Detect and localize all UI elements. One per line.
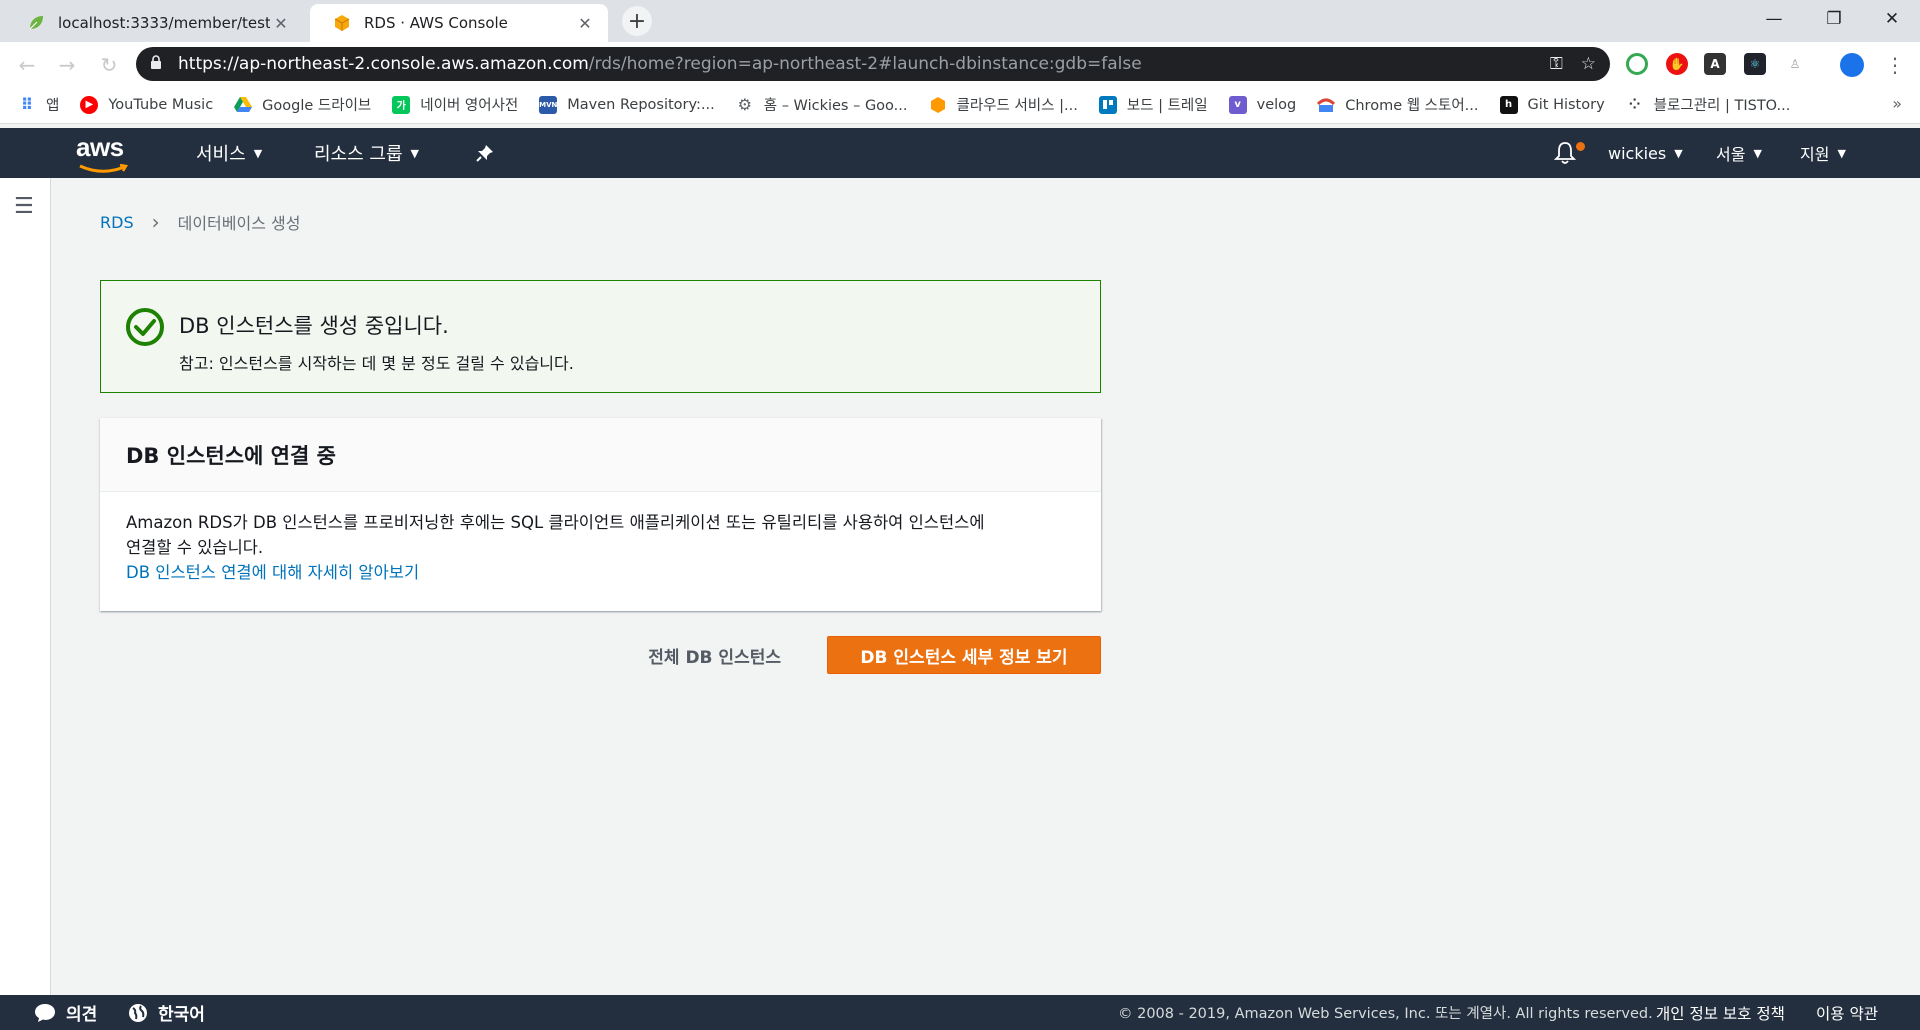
terms-of-use-link[interactable]: 이용 약관 <box>1816 995 1878 1030</box>
privacy-policy-link[interactable]: 개인 정보 보호 정책 <box>1656 995 1785 1030</box>
url-path: /rds/home?region=ap-northeast-2#launch-d… <box>588 54 1142 74</box>
youtube-music-icon: ▶ <box>80 95 99 114</box>
console-footer: 의견 한국어 © 2008 - 2019, Amazon Web Service… <box>0 995 1920 1030</box>
forward-arrow-icon[interactable]: → <box>54 52 80 78</box>
browser-tab-localhost[interactable]: localhost:3333/member/test2 ✕ <box>4 4 304 42</box>
connect-instance-panel: DB 인스턴스에 연결 중 Amazon RDS가 DB 인스턴스를 프로비저닝… <box>100 418 1101 611</box>
reload-icon[interactable]: ↻ <box>96 52 122 78</box>
aws-cube-icon <box>332 13 352 33</box>
bookmark-velog[interactable]: v velog <box>1228 95 1296 114</box>
bookmark-trello[interactable]: 보드 | 트레일 <box>1098 94 1208 115</box>
flash-note: 참고: 인스턴스를 시작하는 데 몇 분 정도 걸릴 수 있습니다. <box>179 354 574 373</box>
chevron-down-icon: ▼ <box>1837 146 1846 160</box>
trello-icon <box>1098 95 1117 114</box>
language-selector[interactable]: 한국어 <box>128 995 205 1030</box>
chrome-web-store-icon <box>1317 96 1336 114</box>
bookmark-tistory[interactable]: ⁘ 블로그관리 | TISTO... <box>1626 94 1791 115</box>
url-host: https://ap-northeast-2.console.aws.amazo… <box>178 54 589 74</box>
restore-window-icon[interactable]: ❐ <box>1804 0 1864 38</box>
tistory-icon: ⁘ <box>1628 96 1641 113</box>
bookmark-google-drive[interactable]: Google 드라이브 <box>234 94 371 115</box>
notification-badge <box>1576 142 1585 151</box>
breadcrumb-rds-link[interactable]: RDS <box>100 213 134 232</box>
region-menu[interactable]: 서울 ▼ <box>1716 128 1762 178</box>
chevron-down-icon: ▼ <box>253 146 263 160</box>
new-tab-button[interactable]: + <box>622 6 652 36</box>
star-icon[interactable]: ☆ <box>1581 54 1596 74</box>
panel-body-line: Amazon RDS가 DB 인스턴스를 프로비저닝한 후에는 SQL 클라이언… <box>126 513 985 532</box>
panel-body-line: 연결할 수 있습니다. <box>126 538 264 557</box>
pin-icon[interactable] <box>476 128 494 178</box>
side-navigation-rail: ☰ <box>0 178 51 995</box>
key-icon[interactable]: ⚿ <box>1550 54 1563 74</box>
browser-tab-rds[interactable]: RDS · AWS Console ✕ <box>310 4 608 42</box>
hamburger-menu-icon[interactable]: ☰ <box>14 194 34 219</box>
support-menu[interactable]: 지원 ▼ <box>1800 128 1846 178</box>
services-menu[interactable]: 서비스 ▼ <box>196 128 262 178</box>
resource-groups-menu[interactable]: 리소스 그룹 ▼ <box>314 128 419 178</box>
bookmark-maven[interactable]: MVN Maven Repository:... <box>539 95 715 114</box>
bookmark-cloud-service[interactable]: 클라우드 서비스 |... <box>929 94 1078 115</box>
gear-icon: ⚙ <box>737 95 752 114</box>
flash-title: DB 인스턴스를 생성 중입니다. <box>179 314 449 338</box>
aws-smile-icon <box>79 163 129 173</box>
chevron-down-icon: ▼ <box>1753 146 1762 160</box>
action-buttons: 전체 DB 인스턴스 DB 인스턴스 세부 정보 보기 <box>100 636 1101 674</box>
notifications-bell-icon[interactable] <box>1554 128 1576 178</box>
git-history-icon: h <box>1499 95 1518 114</box>
close-tab-icon[interactable]: ✕ <box>574 14 596 33</box>
browser-tab-strip: localhost:3333/member/test2 ✕ RDS · AWS … <box>0 0 1920 42</box>
browser-menu-icon[interactable]: ⋮ <box>1882 52 1908 78</box>
naver-dictionary-icon: 가 <box>392 95 411 114</box>
chevron-down-icon: ▼ <box>1674 146 1683 160</box>
lock-icon <box>150 54 164 74</box>
view-instance-details-button[interactable]: DB 인스턴스 세부 정보 보기 <box>827 636 1101 674</box>
breadcrumb-current: 데이터베이스 생성 <box>177 214 301 233</box>
maven-icon: MVN <box>539 95 557 114</box>
back-arrow-icon[interactable]: ← <box>14 52 40 78</box>
tab-title: localhost:3333/member/test2 <box>58 14 270 32</box>
bookmark-wickies[interactable]: ⚙ 홈 – Wickies – Goo... <box>736 94 908 115</box>
aws-logo[interactable]: aws <box>76 134 132 173</box>
minimize-window-icon[interactable]: — <box>1744 0 1804 38</box>
bookmark-youtube-music[interactable]: ▶ YouTube Music <box>80 95 213 114</box>
success-flash-message: DB 인스턴스를 생성 중입니다. 참고: 인스턴스를 시작하는 데 몇 분 정… <box>100 280 1101 393</box>
globe-icon <box>129 1003 147 1022</box>
address-bar[interactable]: https://ap-northeast-2.console.aws.amazo… <box>136 47 1610 81</box>
extension-person-icon[interactable]: ♙ <box>1784 53 1806 75</box>
chevron-down-icon: ▼ <box>410 146 419 160</box>
panel-title: DB 인스턴스에 연결 중 <box>100 418 1101 492</box>
bookmark-apps[interactable]: ⠿ 앱 <box>18 94 60 115</box>
extension-adblock-icon[interactable]: ✋ <box>1666 53 1688 75</box>
extension-chrome-icon[interactable] <box>1626 53 1648 75</box>
bookmark-chrome-web-store[interactable]: Chrome 웹 스토어... <box>1317 94 1479 115</box>
tab-title: RDS · AWS Console <box>364 14 508 32</box>
profile-avatar[interactable] <box>1840 53 1864 77</box>
extension-a-icon[interactable]: A <box>1704 53 1726 75</box>
bookmarks-bar: ⠿ 앱 ▶ YouTube Music Google 드라이브 가 네이버 영어사전 … <box>0 86 1920 124</box>
spring-leaf-icon <box>26 13 46 33</box>
aws-console-header: aws 서비스 ▼ 리소스 그룹 ▼ wickies ▼ 서울 ▼ 지원 ▼ <box>0 128 1920 178</box>
success-check-icon <box>126 308 164 346</box>
bookmark-git-history[interactable]: h Git History <box>1499 95 1605 114</box>
google-drive-icon <box>234 96 253 114</box>
close-window-icon[interactable]: ✕ <box>1862 0 1920 38</box>
feedback-button[interactable]: 의견 <box>34 995 97 1030</box>
breadcrumb: RDS › 데이터베이스 생성 <box>100 210 300 234</box>
copyright-text: © 2008 - 2019, Amazon Web Services, Inc.… <box>1118 1006 1653 1022</box>
browser-toolbar: ← → ↻ https://ap-northeast-2.console.aws… <box>0 42 1920 86</box>
velog-icon: v <box>1228 95 1247 114</box>
bookmarks-overflow-icon[interactable]: » <box>1892 94 1902 113</box>
apps-grid-icon: ⠿ <box>20 95 34 114</box>
account-menu[interactable]: wickies ▼ <box>1608 128 1683 178</box>
bookmark-naver-dictionary[interactable]: 가 네이버 영어사전 <box>392 94 518 115</box>
speech-bubble-icon <box>35 1003 55 1022</box>
chevron-right-icon: › <box>151 210 160 234</box>
all-db-instances-button[interactable]: 전체 DB 인스턴스 <box>648 636 781 674</box>
close-tab-icon[interactable]: ✕ <box>270 14 292 33</box>
learn-more-link[interactable]: DB 인스턴스 연결에 대해 자세히 알아보기 <box>126 560 1075 585</box>
aws-cube-icon <box>929 96 947 114</box>
extension-react-icon[interactable]: ⚛ <box>1744 53 1766 75</box>
